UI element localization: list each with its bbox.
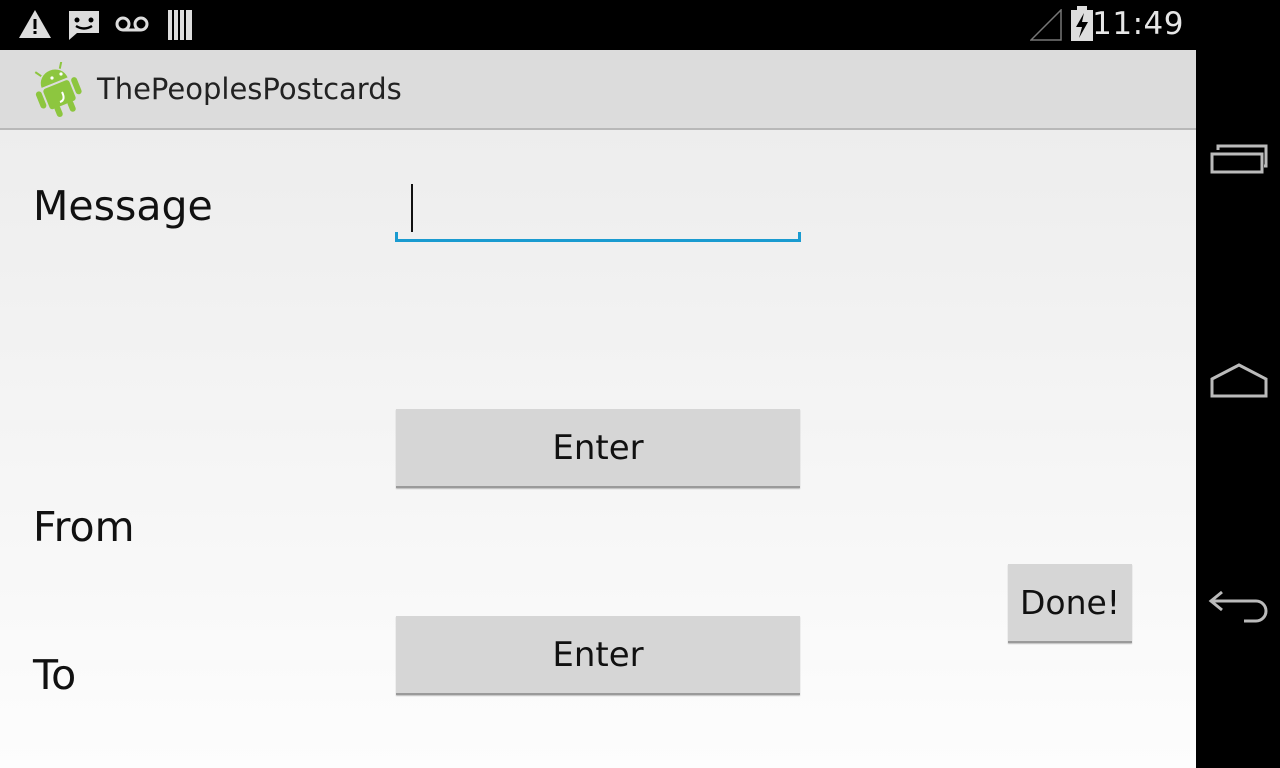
- app-title: ThePeoplesPostcards: [97, 72, 402, 106]
- storage-icon: [167, 9, 193, 45]
- recent-apps-icon: [1209, 138, 1269, 182]
- message-field[interactable]: [395, 180, 801, 242]
- clock: 11:49: [1092, 6, 1184, 42]
- voicemail-icon: [115, 9, 149, 43]
- message-label: Message: [33, 182, 213, 230]
- recent-apps-button[interactable]: [1208, 138, 1270, 182]
- back-button[interactable]: [1208, 584, 1270, 628]
- navigation-bar: [1196, 0, 1280, 768]
- text-caret: [411, 184, 413, 232]
- to-label: To: [33, 651, 77, 699]
- main-content: Message Enter From Done! Enter To: [0, 130, 1196, 768]
- from-enter-button[interactable]: Enter: [396, 409, 800, 488]
- signal-icon: [1029, 8, 1062, 45]
- status-bar: 11:49: [0, 0, 1196, 50]
- field-underline-tick-left: [395, 232, 398, 242]
- field-underline: [395, 239, 801, 242]
- home-icon: [1209, 359, 1269, 403]
- message-input[interactable]: [395, 180, 801, 242]
- sms-icon: [67, 9, 101, 45]
- android-icon: [30, 61, 86, 124]
- home-button[interactable]: [1208, 359, 1270, 403]
- done-button[interactable]: Done!: [1008, 564, 1132, 643]
- warning-icon: [18, 9, 52, 43]
- battery-charging-icon: [1070, 6, 1094, 46]
- action-bar: ThePeoplesPostcards: [0, 50, 1196, 130]
- field-underline-tick-right: [798, 232, 801, 242]
- back-icon: [1206, 584, 1272, 628]
- to-enter-button[interactable]: Enter: [396, 616, 800, 695]
- from-label: From: [33, 503, 135, 551]
